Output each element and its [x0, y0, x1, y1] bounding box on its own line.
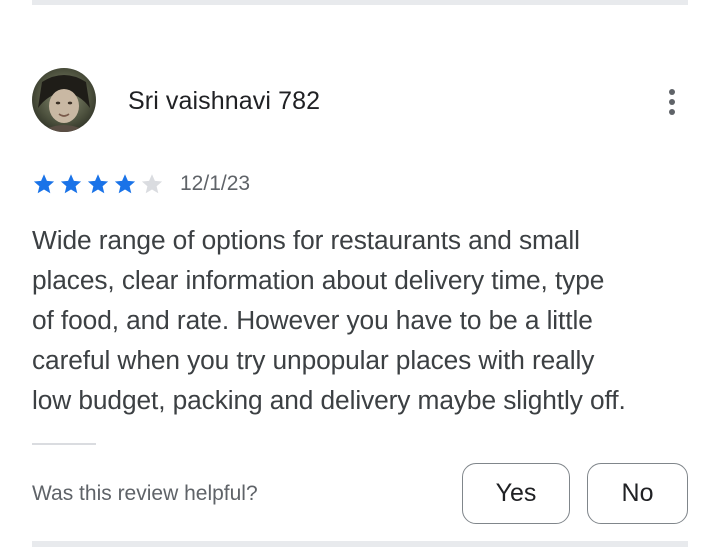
star-rating	[32, 172, 164, 196]
review-text-line: low budget, packing and delivery maybe s…	[32, 385, 626, 415]
more-options-button[interactable]	[652, 80, 692, 124]
star-filled-icon	[32, 172, 56, 196]
reviewer-name: Sri vaishnavi 782	[128, 87, 321, 115]
more-vert-icon-dot	[669, 99, 675, 105]
star-filled-icon	[86, 172, 110, 196]
review-text-line: Wide range of options for restaurants an…	[32, 225, 580, 255]
avatar	[32, 68, 96, 132]
section-divider	[32, 443, 96, 445]
review-text-line: of food, and rate. However you have to b…	[32, 305, 593, 335]
review-text-line: places, clear information about delivery…	[32, 265, 605, 295]
avatar-image	[32, 68, 96, 132]
review-text: Wide range of options for restaurants an…	[32, 220, 702, 420]
rating-row: 12/1/23	[32, 170, 250, 198]
helpful-no-button[interactable]: No	[587, 463, 688, 524]
more-vert-icon-dot	[669, 109, 675, 115]
review-text-line: careful when you try unpopular places wi…	[32, 345, 595, 375]
review-date: 12/1/23	[180, 172, 251, 195]
star-filled-icon	[59, 172, 83, 196]
star-empty-icon	[140, 172, 164, 196]
helpful-yes-button[interactable]: Yes	[462, 463, 570, 524]
helpful-question: Was this review helpful?	[32, 482, 258, 505]
bottom-divider	[32, 541, 688, 547]
star-filled-icon	[113, 172, 137, 196]
top-divider	[32, 0, 688, 5]
more-vert-icon	[669, 89, 675, 95]
